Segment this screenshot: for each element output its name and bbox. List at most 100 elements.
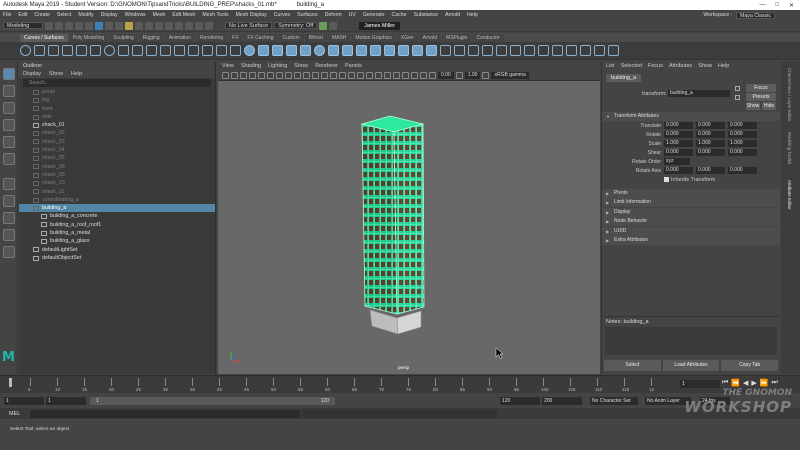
command-input[interactable] xyxy=(30,409,300,418)
hide-button[interactable]: Hide xyxy=(762,102,776,110)
render-frame-icon[interactable] xyxy=(185,21,193,30)
menu-mesh-display[interactable]: Mesh Display xyxy=(236,12,267,18)
nurbs-torus-icon[interactable] xyxy=(314,45,325,56)
section-display[interactable]: Display xyxy=(602,207,780,217)
menu-substance[interactable]: Substance xyxy=(414,12,439,18)
ae-menu-show[interactable]: Show xyxy=(698,63,712,69)
ipr-render-icon[interactable] xyxy=(195,21,203,30)
tab-motion-graphics[interactable]: Motion Graphics xyxy=(351,34,396,42)
playback-end-field[interactable]: 120 xyxy=(500,397,540,405)
tab-conductor[interactable]: Conductor xyxy=(472,34,504,42)
rotate-axis-y[interactable]: 0.000 xyxy=(696,167,725,174)
outliner-item[interactable]: side xyxy=(19,113,215,121)
menu-edit[interactable]: Edit xyxy=(18,12,27,18)
outliner-menu-display[interactable]: Display xyxy=(23,71,41,77)
rotate-axis-z[interactable]: 0.000 xyxy=(728,167,757,174)
ae-menu-attributes[interactable]: Attributes xyxy=(669,63,692,69)
tab-msplugin[interactable]: MSPlugin xyxy=(442,34,472,42)
snap-view-icon[interactable] xyxy=(155,21,163,30)
attribute-field-z[interactable]: 0.000 xyxy=(728,149,757,156)
minimize-button[interactable]: — xyxy=(759,2,765,9)
live-surface-dropdown[interactable]: No Live Surface xyxy=(225,22,273,29)
focus-button[interactable]: Focus xyxy=(746,84,776,92)
extend-surface-icon[interactable] xyxy=(552,45,563,56)
trim-tool-icon[interactable] xyxy=(468,45,479,56)
outliner-menu-show[interactable]: Show xyxy=(49,71,63,77)
tab-custom[interactable]: Custom xyxy=(278,34,304,42)
close-button[interactable]: ✕ xyxy=(789,2,794,9)
menu-cache[interactable]: Cache xyxy=(392,12,407,18)
load-attributes-button[interactable]: Load Attributes xyxy=(662,360,720,371)
outliner-item[interactable]: shack_08 xyxy=(19,163,215,171)
current-time-marker[interactable] xyxy=(9,378,12,387)
snap-curve-icon[interactable] xyxy=(135,21,143,30)
mode-dropdown[interactable]: Modeling xyxy=(3,22,43,29)
section-node-behavior[interactable]: Node Behavior xyxy=(602,217,780,226)
time-slider[interactable]: 5 10 15 20 25 30 35 40 45 50 55 60 65 70 75 80 85 90 95 100… xyxy=(0,375,800,393)
select-button[interactable]: Select xyxy=(604,360,661,371)
new-scene-icon[interactable] xyxy=(45,21,53,30)
outliner-item[interactable]: building_a_metal xyxy=(19,229,215,237)
maximize-button[interactable]: □ xyxy=(775,2,779,9)
copy-node-icon[interactable] xyxy=(735,95,740,100)
outliner-item[interactable]: building_a_roof_roof1 xyxy=(19,221,215,229)
outliner-item[interactable]: shack_10 xyxy=(19,179,215,187)
revolve-icon[interactable] xyxy=(328,45,339,56)
tab-fx-caching[interactable]: FX Caching xyxy=(243,34,278,42)
reverse-curve-icon[interactable] xyxy=(174,45,185,56)
outliner-layout-icon[interactable] xyxy=(2,229,15,241)
nurbs-sphere-icon[interactable] xyxy=(244,45,255,56)
menu-help[interactable]: Help xyxy=(467,12,478,18)
menu-surfaces[interactable]: Surfaces xyxy=(297,12,317,18)
menu-select[interactable]: Select xyxy=(57,12,71,18)
fillet-curve-icon[interactable] xyxy=(230,45,241,56)
tab-channel-box[interactable]: Channel Box / Layer Editor xyxy=(787,68,792,122)
undo-icon[interactable] xyxy=(75,21,83,30)
untrim-icon[interactable] xyxy=(482,45,493,56)
outliner-item[interactable]: shack_04 xyxy=(19,146,215,154)
menu-uv[interactable]: UV xyxy=(349,12,356,18)
outliner-item[interactable]: top xyxy=(19,96,215,104)
range-bar[interactable]: 1 120 xyxy=(90,397,335,405)
nurbs-plane-icon[interactable] xyxy=(300,45,311,56)
single-view-layout-icon[interactable] xyxy=(2,178,15,190)
user-account[interactable]: James Miller xyxy=(359,21,401,30)
transform-name-field[interactable]: building_a xyxy=(668,90,730,97)
menu-display[interactable]: Display xyxy=(101,12,118,18)
menu-generate[interactable]: Generate xyxy=(363,12,385,18)
section-transform-attributes[interactable]: Transform Attributes xyxy=(602,112,780,121)
nurbs-cone-icon[interactable] xyxy=(286,45,297,56)
nurbs-circle-icon[interactable] xyxy=(20,45,31,56)
insert-isoparm-icon[interactable] xyxy=(538,45,549,56)
animation-start-field[interactable]: 1 xyxy=(4,397,44,405)
attribute-field-y[interactable]: 0.000 xyxy=(696,122,725,129)
go-to-start-icon[interactable]: ⏮ xyxy=(722,379,728,387)
attribute-field-x[interactable]: 1.000 xyxy=(664,140,693,147)
rebuild-surface-icon[interactable] xyxy=(566,45,577,56)
character-set-dropdown[interactable]: No Character Set xyxy=(590,397,638,405)
tab-bifrost[interactable]: Bifrost xyxy=(304,34,327,42)
attribute-field-x[interactable]: 0.000 xyxy=(664,149,693,156)
section-uuid[interactable]: UUID xyxy=(602,226,780,236)
redo-icon[interactable] xyxy=(85,21,93,30)
outliner-item[interactable]: defaultLightSet xyxy=(19,246,215,254)
nurbs-cube-icon[interactable] xyxy=(258,45,269,56)
surface-edit-icon[interactable] xyxy=(594,45,605,56)
birail-icon[interactable] xyxy=(384,45,395,56)
save-scene-icon[interactable] xyxy=(65,21,73,30)
attribute-field-y[interactable]: 0.000 xyxy=(696,149,725,156)
current-frame-field[interactable]: 1 xyxy=(680,380,720,388)
play-backwards-icon[interactable]: ◀ xyxy=(743,379,748,387)
select-object-icon[interactable] xyxy=(105,21,113,30)
tab-attribute-editor[interactable]: Attribute Editor xyxy=(787,180,792,210)
menu-deform[interactable]: Deform xyxy=(325,12,342,18)
attribute-field-z[interactable]: 0.000 xyxy=(728,131,757,138)
square-surface-icon[interactable] xyxy=(412,45,423,56)
attribute-field-x[interactable]: 0.000 xyxy=(664,122,693,129)
history-icon[interactable] xyxy=(175,21,183,30)
pencil-curve-icon[interactable] xyxy=(90,45,101,56)
animation-end-field[interactable]: 200 xyxy=(542,397,582,405)
tab-mash[interactable]: MASH xyxy=(327,34,351,42)
paint-select-tool-icon[interactable] xyxy=(2,102,15,114)
focus-node-icon[interactable] xyxy=(735,86,740,91)
